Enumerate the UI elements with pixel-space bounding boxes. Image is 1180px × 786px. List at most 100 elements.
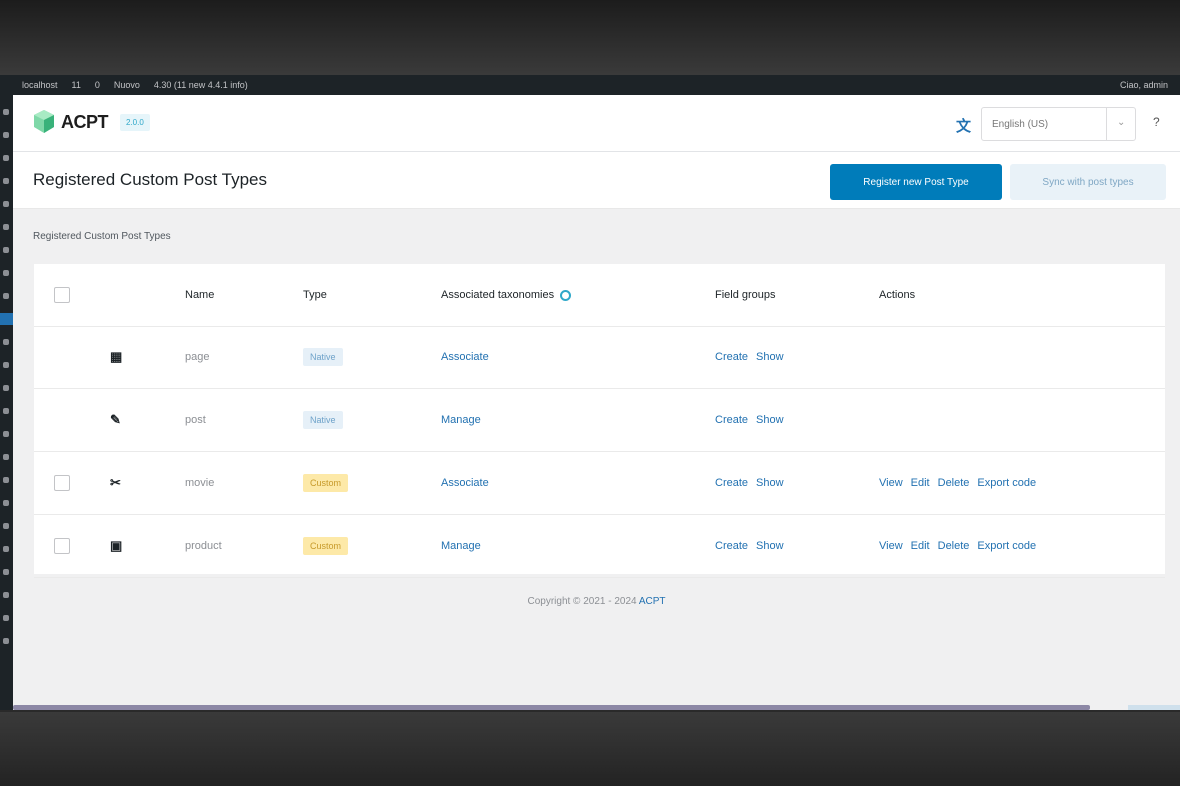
sidebar-menu-icon[interactable]: [3, 155, 9, 161]
view-link[interactable]: View: [879, 477, 903, 489]
plugin-header: ACPT 2.0.0 文 English (US) ⌄ ?: [13, 95, 1180, 152]
field-groups-links: Create Show: [715, 414, 792, 426]
sidebar-menu-icon[interactable]: [3, 454, 9, 460]
admin-bar-item[interactable]: Nuovo: [114, 80, 140, 90]
column-field-groups: Field groups: [715, 289, 776, 301]
version-badge: 2.0.0: [120, 113, 150, 131]
sidebar-menu-icon[interactable]: [3, 523, 9, 529]
sidebar-menu-icon[interactable]: [3, 224, 9, 230]
export-code-link[interactable]: Export code: [977, 477, 1036, 489]
cube-logo-icon: [34, 110, 54, 133]
outer-frame-top: [0, 0, 1180, 75]
table-row: ▣ product Custom Manage Create Show View Edit De…: [34, 515, 1165, 578]
column-actions: Actions: [879, 289, 916, 301]
view-link[interactable]: View: [879, 540, 903, 552]
create-field-group-link[interactable]: Create: [715, 477, 748, 489]
show-field-group-link[interactable]: Show: [756, 351, 784, 363]
post-type-name: post: [185, 414, 206, 426]
column-name[interactable]: Name: [185, 289, 214, 301]
field-groups-links: Create Show: [715, 351, 792, 363]
horizontal-scrollbar[interactable]: [13, 705, 1090, 710]
product-icon: ▣: [110, 538, 123, 553]
sidebar-menu-icon[interactable]: [3, 615, 9, 621]
edit-link[interactable]: Edit: [911, 477, 930, 489]
show-field-group-link[interactable]: Show: [756, 540, 784, 552]
sync-post-types-button[interactable]: Sync with post types: [1010, 164, 1166, 200]
sidebar-menu-icon[interactable]: [3, 477, 9, 483]
create-field-group-link[interactable]: Create: [715, 414, 748, 426]
taxonomies-link[interactable]: Associate: [441, 351, 489, 363]
wp-admin-bar: localhost 11 0 Nuovo 4.30 (11 new 4.4.1 info…: [0, 75, 1180, 95]
type-badge: Custom: [303, 474, 349, 492]
language-select[interactable]: English (US) ⌄: [981, 107, 1136, 141]
sidebar-menu-icon[interactable]: [3, 201, 9, 207]
acpt-logo: ACPT 2.0.0: [33, 109, 150, 135]
movie-icon: ✂: [110, 475, 121, 490]
sidebar-menu-icon[interactable]: [3, 270, 9, 276]
wp-admin-sidebar: [0, 95, 13, 710]
help-icon[interactable]: ?: [1153, 115, 1160, 129]
page-header: Registered Custom Post Types Register ne…: [13, 152, 1180, 209]
sidebar-menu-icon[interactable]: [3, 247, 9, 253]
register-post-type-button[interactable]: Register new Post Type: [830, 164, 1002, 200]
column-type[interactable]: Type: [303, 289, 327, 301]
show-field-group-link[interactable]: Show: [756, 414, 784, 426]
info-icon[interactable]: [560, 289, 572, 301]
language-value: English (US): [992, 119, 1049, 130]
field-groups-links: Create Show: [715, 477, 792, 489]
table-row: ▦ page Native Associate Create Show: [34, 326, 1165, 389]
type-badge: Native: [303, 348, 343, 366]
post-types-table: Name Type Associated taxonomies Field gr…: [34, 264, 1165, 578]
row-actions: View Edit Delete Export code: [879, 477, 1044, 489]
sidebar-menu-icon[interactable]: [3, 132, 9, 138]
create-field-group-link[interactable]: Create: [715, 540, 748, 552]
sidebar-menu-icon[interactable]: [3, 638, 9, 644]
sidebar-menu-icon[interactable]: [3, 339, 9, 345]
post-type-name: product: [185, 540, 222, 552]
row-checkbox[interactable]: [54, 475, 70, 491]
copyright-text: Copyright © 2021 - 2024: [527, 596, 637, 607]
page-title: Registered Custom Post Types: [33, 170, 268, 189]
translate-icon[interactable]: 文: [956, 115, 974, 135]
show-field-group-link[interactable]: Show: [756, 477, 784, 489]
sidebar-menu-icon[interactable]: [3, 546, 9, 552]
row-checkbox[interactable]: [54, 538, 70, 554]
sidebar-menu-icon[interactable]: [3, 569, 9, 575]
select-all-checkbox[interactable]: [54, 287, 70, 303]
sidebar-menu-icon[interactable]: [3, 385, 9, 391]
table-header-row: Name Type Associated taxonomies Field gr…: [34, 264, 1165, 327]
sidebar-menu-icon[interactable]: [3, 500, 9, 506]
logo-text: ACPT: [61, 111, 109, 132]
sidebar-active-item[interactable]: [0, 313, 13, 325]
breadcrumb: Registered Custom Post Types: [33, 231, 171, 242]
column-taxonomies-label: Associated taxonomies: [441, 289, 555, 301]
taxonomies-link[interactable]: Associate: [441, 477, 489, 489]
sidebar-menu-icon[interactable]: [3, 109, 9, 115]
taxonomies-link[interactable]: Manage: [441, 540, 481, 552]
sidebar-menu-icon[interactable]: [3, 592, 9, 598]
main-content: ACPT 2.0.0 文 English (US) ⌄ ? Registered…: [13, 95, 1180, 710]
admin-bar-user[interactable]: Ciao, admin: [1120, 80, 1180, 90]
taxonomies-link[interactable]: Manage: [441, 414, 481, 426]
sidebar-menu-icon[interactable]: [3, 362, 9, 368]
copyright-brand-link[interactable]: ACPT: [639, 596, 666, 607]
sidebar-menu-icon[interactable]: [3, 431, 9, 437]
scrollbar-track-end: [1128, 705, 1180, 710]
edit-link[interactable]: Edit: [911, 540, 930, 552]
outer-frame-bottom: [0, 712, 1180, 786]
sidebar-menu-icon[interactable]: [3, 408, 9, 414]
admin-bar-item[interactable]: 4.30 (11 new 4.4.1 info): [154, 80, 248, 90]
admin-bar-item[interactable]: 11: [72, 80, 81, 90]
type-badge: Custom: [303, 537, 349, 555]
create-field-group-link[interactable]: Create: [715, 351, 748, 363]
sidebar-menu-icon[interactable]: [3, 178, 9, 184]
delete-link[interactable]: Delete: [938, 477, 970, 489]
admin-bar-items: localhost 11 0 Nuovo 4.30 (11 new 4.4.1 info…: [0, 80, 248, 90]
export-code-link[interactable]: Export code: [977, 540, 1036, 552]
sidebar-menu-icon[interactable]: [3, 293, 9, 299]
post-type-name: page: [185, 351, 210, 363]
admin-bar-item[interactable]: localhost: [22, 80, 58, 90]
admin-bar-item[interactable]: 0: [95, 80, 100, 90]
page-icon: ▦: [110, 349, 123, 364]
delete-link[interactable]: Delete: [938, 540, 970, 552]
